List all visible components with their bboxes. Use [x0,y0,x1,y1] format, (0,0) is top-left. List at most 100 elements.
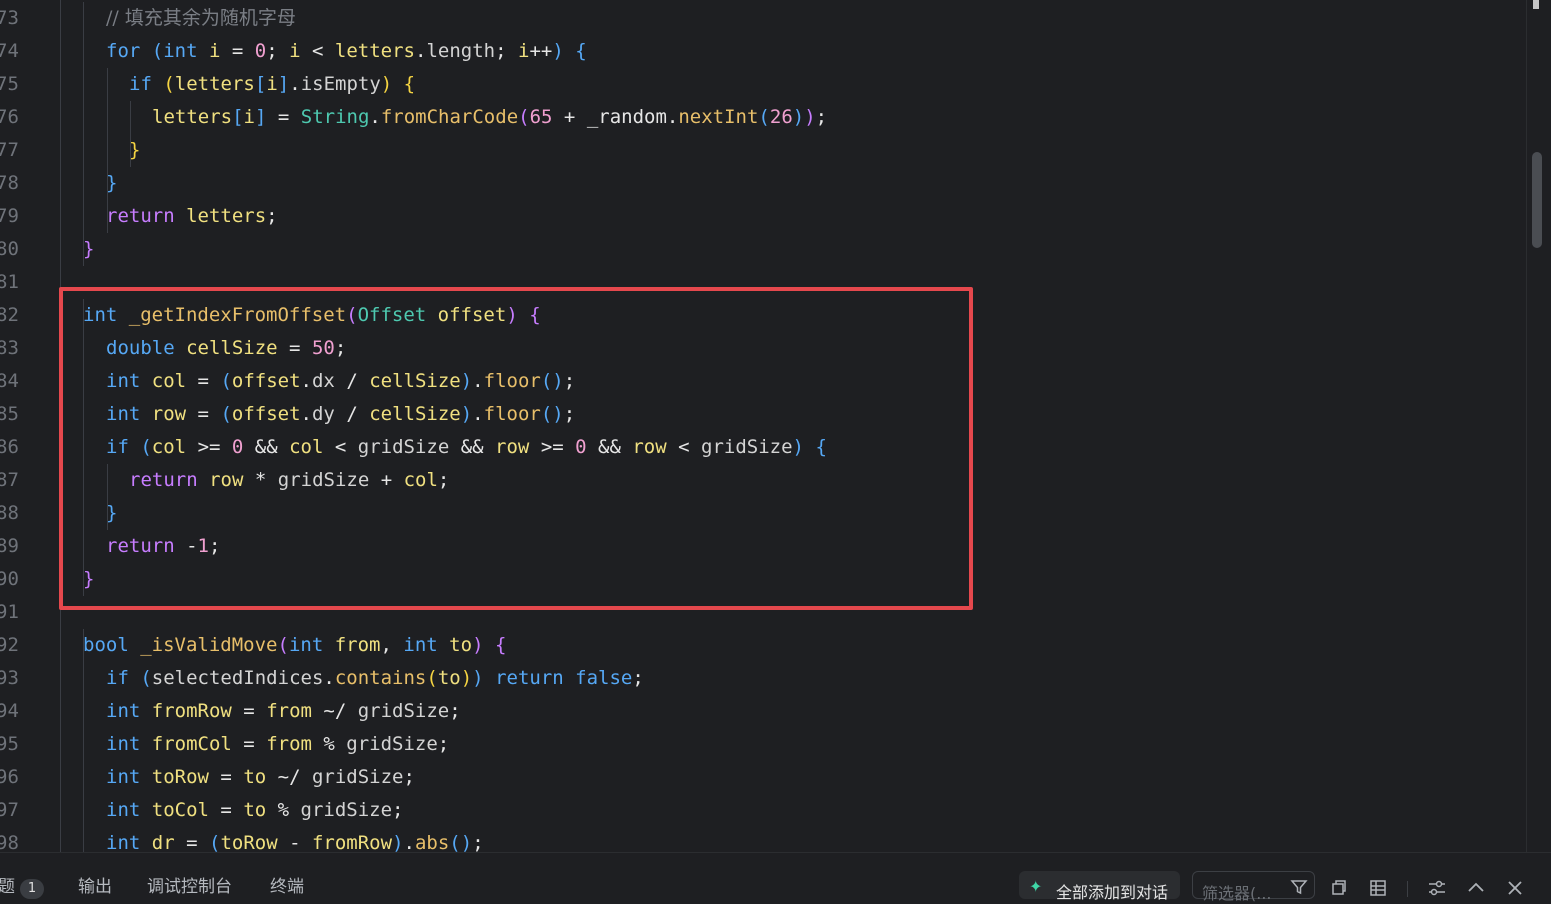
code-token: - [277,832,312,852]
code-text: if (selectedIndices.contains(to)) return… [106,662,644,695]
code-token: col [289,436,324,458]
code-token: letters [174,73,255,95]
line-number: 93 [0,667,19,689]
line-number: 75 [0,73,19,95]
code-token: row [495,436,530,458]
code-token: ~/ [311,700,358,722]
code-token: ; [437,733,450,755]
code-token: ; [403,766,415,788]
chevron-up-icon[interactable] [1467,879,1485,901]
code-token: int [83,304,118,326]
code-line[interactable]: 79 return letters; [0,200,1520,233]
code-token: cellSize [369,403,461,425]
code-line[interactable]: 73 // 填充其余为随机字母 [0,2,1520,35]
code-token: from [266,733,312,755]
tab-debug-console[interactable]: 调试控制台 [147,877,232,898]
code-line[interactable]: 78} [0,167,1520,200]
tab-output[interactable]: 输出 [78,877,112,898]
code-line[interactable]: 87 return row * gridSize + col; [0,464,1520,497]
code-line[interactable]: 98 int dr = (toRow - fromRow).abs(); [0,827,1520,852]
code-token: . [289,73,301,95]
settings-icon[interactable] [1427,879,1447,901]
code-token: int [403,634,438,656]
code-line[interactable]: 85 int row = (offset.dy / cellSize).floor… [0,398,1520,431]
code-token: _random [586,106,667,128]
filter-input[interactable]: 筛选器(... [1192,871,1315,903]
code-token: . [369,106,381,128]
code-line[interactable]: 82 int _getIndexFromOffset(Offset offset)… [0,299,1520,332]
code-token: int [106,799,141,821]
code-line[interactable]: 83 double cellSize = 50; [0,332,1520,365]
code-token: i [289,40,301,62]
code-token: = [174,832,209,852]
code-editor[interactable]: 73// 填充其余为随机字母 74 for (int i = 0; i < lett… [0,0,1551,852]
code-line[interactable]: 91 [0,596,1520,629]
code-line[interactable]: 76 letters[i] = String.fromCharCode(65 + … [0,101,1520,134]
code-token: () [449,832,473,852]
code-line[interactable]: 94 int fromRow = from ~/ gridSize; [0,695,1520,728]
tab-terminal[interactable]: 终端 [270,877,304,898]
add-all-to-chat-button[interactable]: ✦ 全部添加到对话 [1019,871,1180,902]
code-token: && [243,436,290,458]
code-token: ; [437,469,450,491]
code-line[interactable]: 92 bool _isValidMove(int from, int to) { [0,629,1520,662]
code-token: int [106,832,141,852]
code-token: ( [140,667,152,689]
code-token: _getIndexFromOffset [128,304,347,326]
code-token: 50 [311,337,335,359]
code-line[interactable]: 80} [0,233,1520,266]
code-token: [ [232,106,244,128]
line-number: 94 [0,700,19,722]
tab-problems[interactable]: 题 [0,877,15,898]
code-line[interactable]: 96 int toRow = to ~/ gridSize; [0,761,1520,794]
line-number: 80 [0,238,19,260]
code-token: < [666,436,702,458]
code-token: return [106,205,175,227]
code-line[interactable]: 97 int toCol = to % gridSize; [0,794,1520,827]
vertical-scrollbar[interactable] [1526,0,1551,852]
code-line[interactable]: 84 int col = (offset.dx / cellSize).floor… [0,365,1520,398]
code-token: ; [563,370,576,392]
list-icon[interactable] [1369,879,1387,901]
code-line[interactable]: 93 if (selectedIndices.contains(to)) retu… [0,662,1520,695]
code-token: . [415,40,427,62]
code-text: } [83,233,94,266]
code-token: } [129,139,141,161]
code-token: dx [311,370,335,392]
code-token: int [106,370,141,392]
code-text: int toCol = to % gridSize; [106,794,404,827]
code-line[interactable]: 89 return -1; [0,530,1520,563]
code-line[interactable]: 77} [0,134,1520,167]
line-number: 89 [0,535,19,557]
scrollbar-thumb[interactable] [1532,152,1542,248]
code-line[interactable]: 90} [0,563,1520,596]
code-line[interactable]: 86 if (col >= 0 && col < gridSize && row … [0,431,1520,464]
code-line[interactable]: 81 [0,266,1520,299]
code-line[interactable]: 95 int fromCol = from % gridSize; [0,728,1520,761]
code-line[interactable]: 88} [0,497,1520,530]
copy-icon[interactable] [1330,879,1348,901]
code-token: gridSize [357,436,450,458]
code-token: [ [254,73,267,95]
code-token: 1 [197,535,209,557]
code-token: abs [414,832,450,852]
code-token: i [209,40,221,62]
code-token: row [209,469,244,491]
code-token: / [334,403,370,425]
close-icon[interactable] [1506,879,1524,901]
code-line[interactable]: 74 for (int i = 0; i < letters.length; i+… [0,35,1520,68]
code-token: . [300,403,312,425]
code-line[interactable]: 75 if (letters[i].isEmpty) { [0,68,1520,101]
code-token: ; [495,40,518,62]
code-text: double cellSize = 50; [106,332,346,365]
code-token: nextInt [678,106,759,128]
